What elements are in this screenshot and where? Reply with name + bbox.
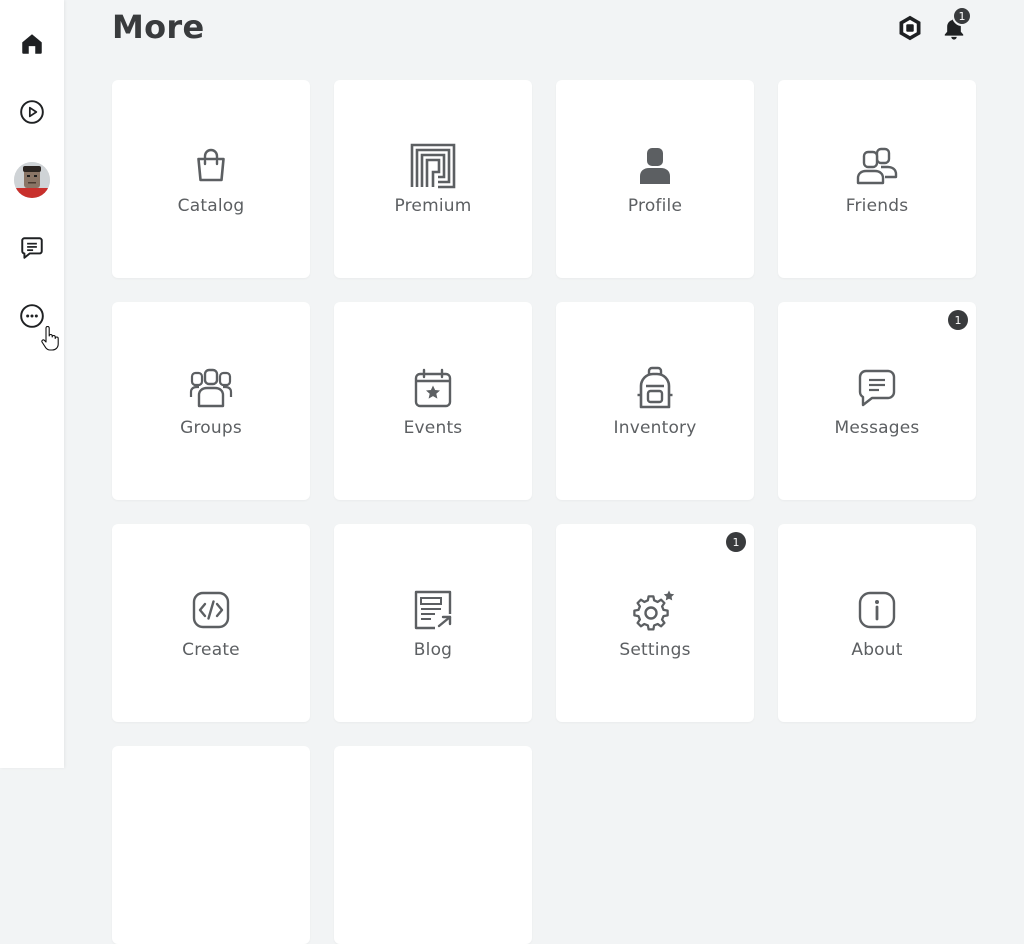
sidebar-item-discover[interactable] [8,88,56,136]
tile-label: Catalog [177,196,245,216]
tile-blog[interactable]: Blog [334,524,532,722]
message-icon [858,369,896,407]
tile-label: Inventory [613,418,697,438]
calendar-star-icon [414,368,452,408]
more-menu-grid: Catalog Premium Profile Friends Groups E… [112,80,976,944]
mouse-cursor-icon [41,326,59,351]
tile-label: Friends [845,196,909,216]
tile-partial[interactable] [334,746,532,944]
tile-inventory[interactable]: Inventory [556,302,754,500]
profile-icon [640,148,670,184]
code-icon [192,591,230,629]
tile-label: Messages [834,418,920,438]
sidebar [0,0,64,768]
tile-label: Groups [180,418,242,438]
sidebar-item-chat[interactable] [8,224,56,272]
friends-icon [856,147,898,185]
sidebar-item-avatar[interactable] [8,156,56,204]
tile-partial[interactable] [112,746,310,944]
tile-messages[interactable]: 1 Messages [778,302,976,500]
robux-icon [899,15,921,41]
tile-about[interactable]: About [778,524,976,722]
tile-groups[interactable]: Groups [112,302,310,500]
info-icon [858,591,896,629]
tile-events[interactable]: Events [334,302,532,500]
main-content: More 1 Catalog Premium Profile Friends G… [64,0,1024,944]
messages-count-badge: 1 [948,310,968,330]
gear-icon [633,590,675,631]
notification-count-badge: 1 [952,6,972,26]
avatar-image [14,162,50,198]
tile-label: Profile [627,196,683,216]
tile-label: Premium [394,196,472,216]
tile-catalog[interactable]: Catalog [112,80,310,278]
tile-label: Settings [619,640,691,660]
play-circle-icon [20,100,44,124]
avatar [14,162,50,198]
backpack-icon [637,366,673,409]
tile-label: Create [182,640,240,660]
tile-label: Events [403,418,463,438]
groups-icon [189,368,233,408]
home-icon [22,34,42,54]
sidebar-item-home[interactable] [8,20,56,68]
tile-create[interactable]: Create [112,524,310,722]
page-title: More [112,8,205,46]
notifications-button[interactable]: 1 [936,6,972,46]
tile-label: Blog [413,640,453,660]
tile-label: About [851,640,903,660]
settings-alert-badge: 1 [726,532,746,552]
tile-premium[interactable]: Premium [334,80,532,278]
tile-settings[interactable]: 1 Settings [556,524,754,722]
robux-button[interactable] [892,10,928,46]
chat-icon [21,237,43,259]
tile-friends[interactable]: Friends [778,80,976,278]
premium-icon [410,143,456,189]
shopping-bag-icon [197,148,225,182]
tile-profile[interactable]: Profile [556,80,754,278]
blog-icon [414,590,452,630]
